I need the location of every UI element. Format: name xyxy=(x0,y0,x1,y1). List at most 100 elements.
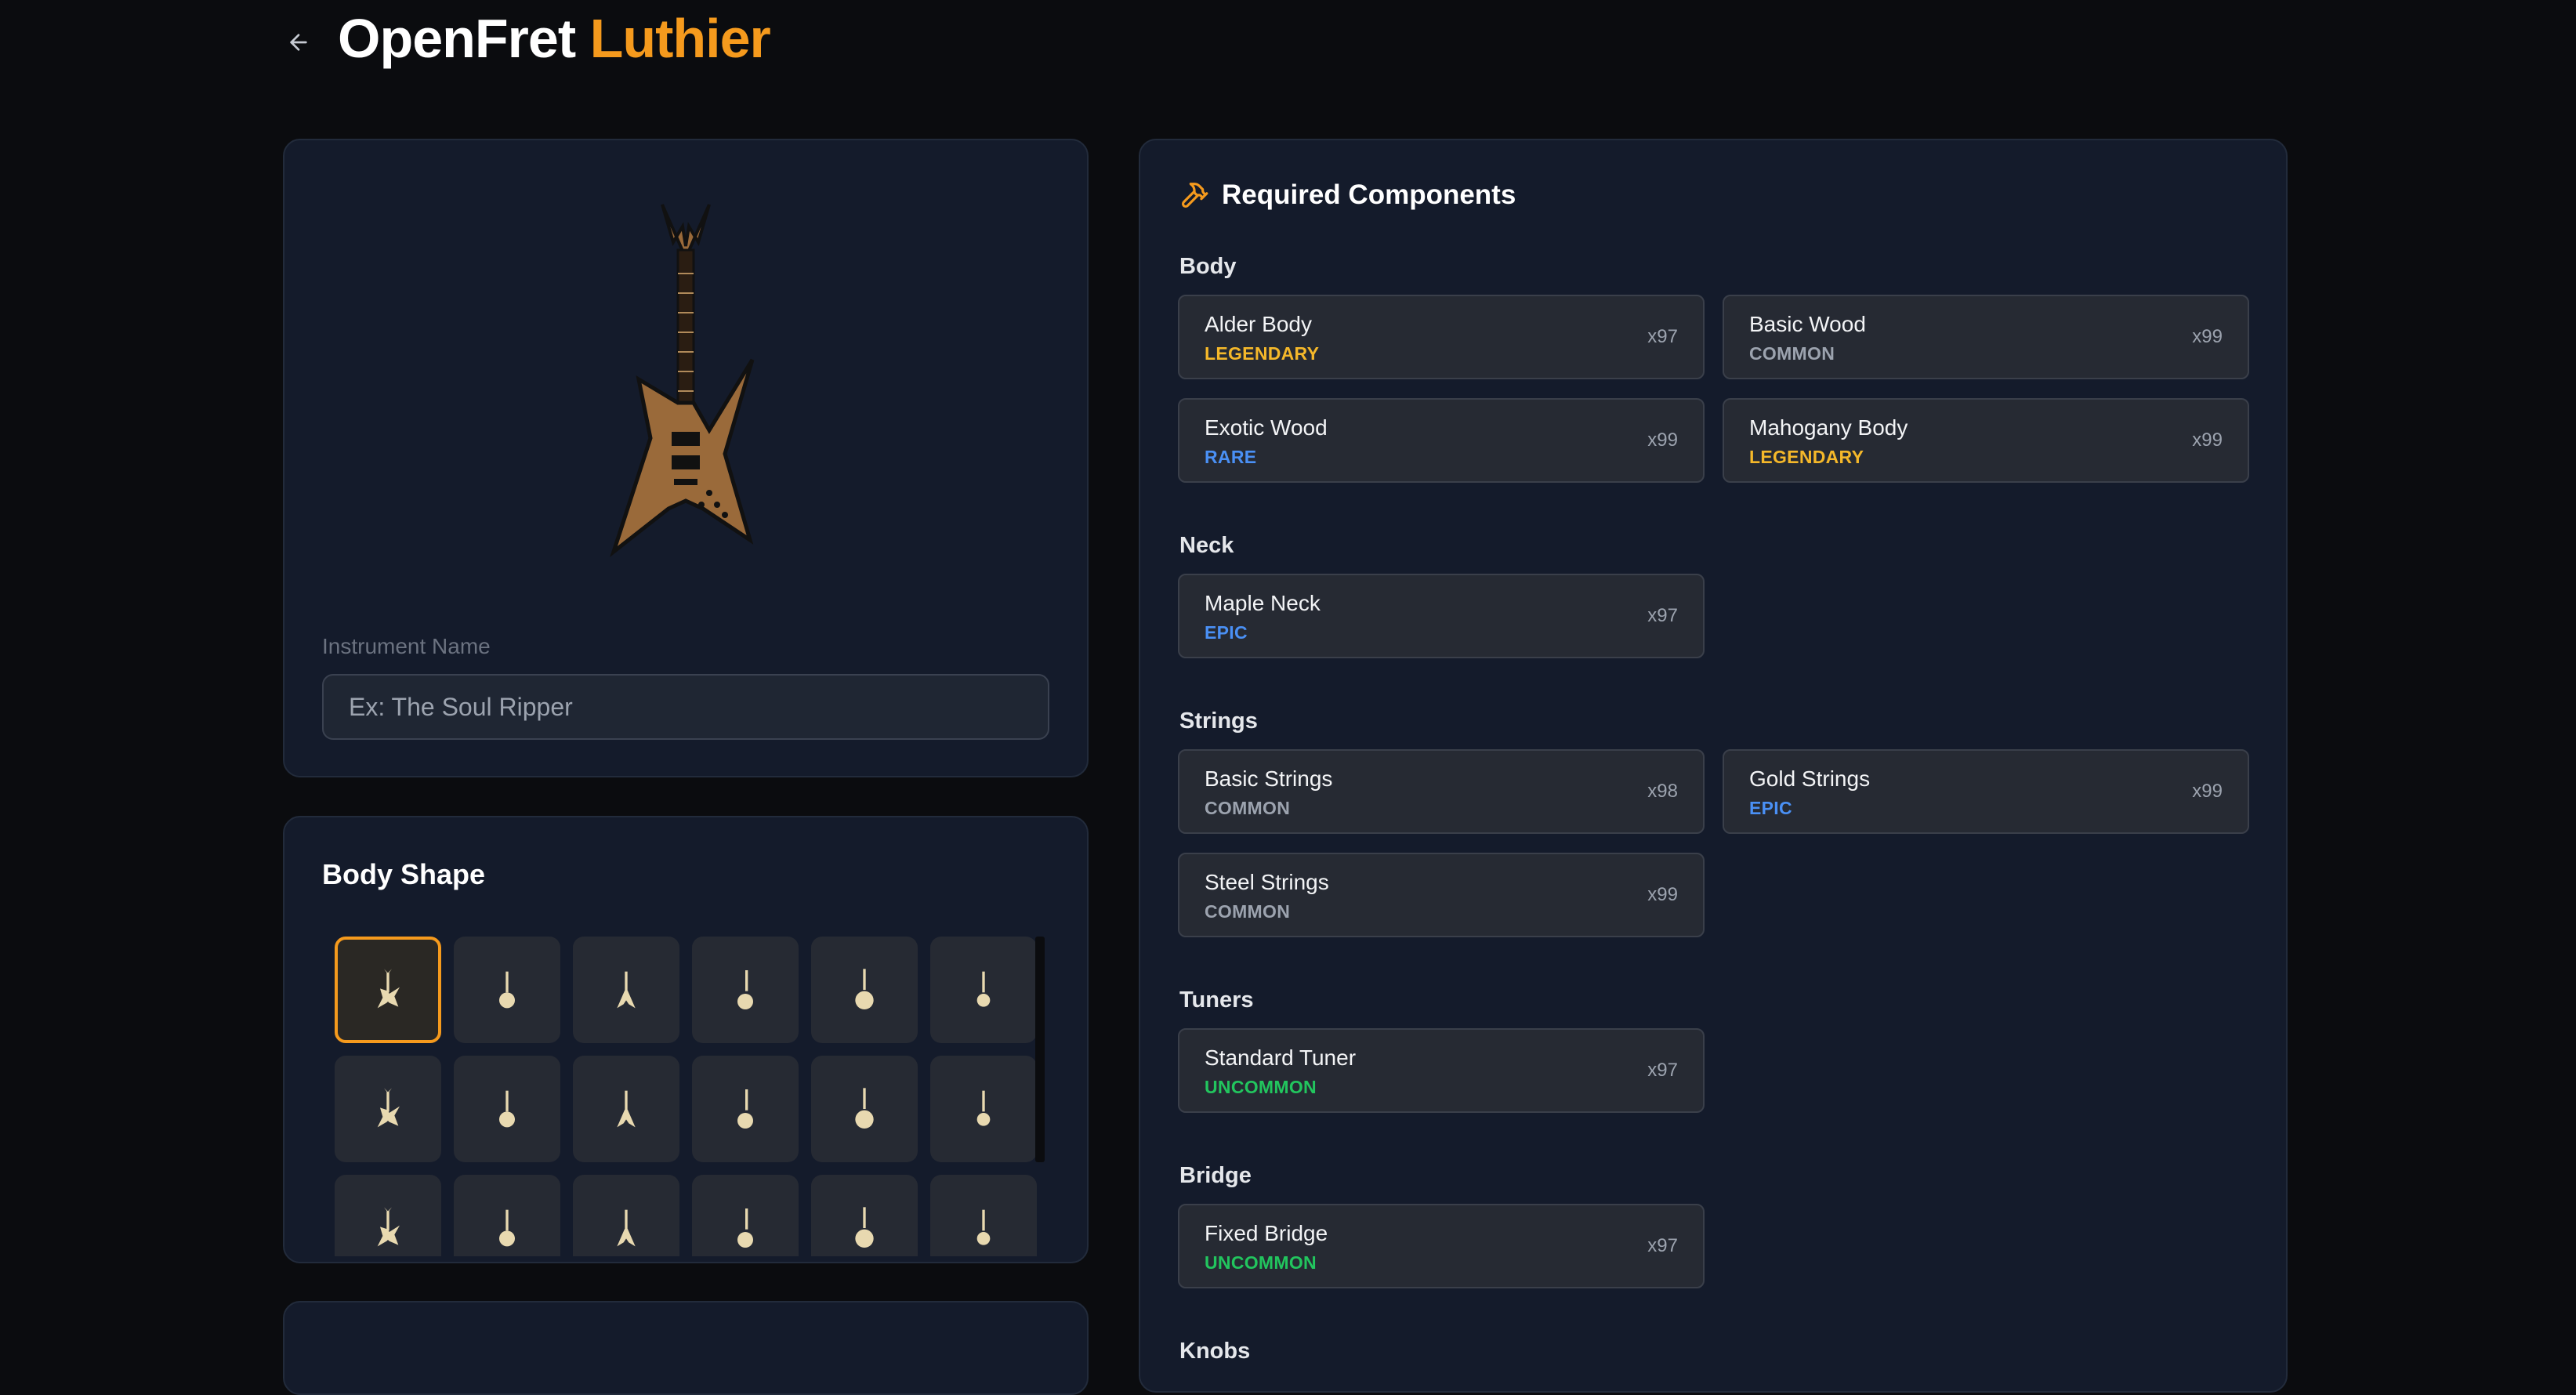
page-title: OpenFret Luthier xyxy=(338,8,771,69)
components-header: Required Components xyxy=(1179,179,1516,211)
component-rarity: RARE xyxy=(1205,447,1257,467)
component-name: Steel Strings xyxy=(1205,870,1329,894)
body-shape-option[interactable] xyxy=(692,1175,799,1256)
component-quantity: x99 xyxy=(1647,429,1678,451)
component-rarity: EPIC xyxy=(1749,798,1792,818)
body-shape-option[interactable] xyxy=(692,937,799,1043)
component-category-label: Body xyxy=(1179,254,1237,279)
hammer-icon xyxy=(1182,183,1208,208)
body-shape-option[interactable] xyxy=(335,1175,441,1256)
body-shape-option[interactable] xyxy=(692,1056,799,1162)
guitar-shape-icon xyxy=(617,1090,636,1128)
body-shape-option[interactable] xyxy=(454,1175,560,1256)
guitar-shape-icon xyxy=(377,1088,400,1128)
body-shape-option[interactable] xyxy=(454,937,560,1043)
guitar-shape-icon xyxy=(855,1207,874,1248)
component-rarity: COMMON xyxy=(1205,798,1291,818)
guitar-shape-icon xyxy=(737,1089,753,1129)
component-rarity: EPIC xyxy=(1205,622,1248,643)
body-shape-option[interactable] xyxy=(930,937,1037,1043)
component-rarity: UNCOMMON xyxy=(1205,1077,1317,1097)
component-quantity: x99 xyxy=(2192,781,2223,802)
component-item[interactable]: Basic Wood COMMON x99 xyxy=(1723,295,2249,379)
guitar-preview xyxy=(284,203,1087,563)
component-quantity: x99 xyxy=(2192,429,2223,451)
body-shape-option[interactable] xyxy=(811,1175,918,1256)
component-name: Maple Neck xyxy=(1205,591,1321,615)
shape-grid-scrollbar[interactable] xyxy=(1035,937,1045,1162)
body-shape-option[interactable] xyxy=(811,937,918,1043)
component-quantity: x97 xyxy=(1647,605,1678,626)
component-name: Basic Strings xyxy=(1205,766,1333,791)
body-shape-option[interactable] xyxy=(930,1056,1037,1162)
guitar-shape-icon xyxy=(617,1209,636,1247)
component-item[interactable]: Maple Neck EPIC x97 xyxy=(1178,574,1705,658)
title-accent: Luthier xyxy=(589,8,771,69)
body-shape-option[interactable] xyxy=(573,937,679,1043)
component-item[interactable]: Alder Body LEGENDARY x97 xyxy=(1178,295,1705,379)
component-name: Alder Body xyxy=(1205,312,1312,336)
body-shape-option[interactable] xyxy=(573,1175,679,1256)
component-item[interactable]: Gold Strings EPIC x99 xyxy=(1723,749,2249,834)
component-rarity: COMMON xyxy=(1205,901,1291,922)
title-main: OpenFret xyxy=(338,8,576,69)
component-name: Fixed Bridge xyxy=(1205,1221,1328,1245)
required-components-card: Required Components Body Alder Body LEGEND… xyxy=(1139,139,2288,1393)
guitar-shape-icon xyxy=(499,1209,515,1247)
component-name: Gold Strings xyxy=(1749,766,1871,791)
guitar-preview-icon xyxy=(610,204,755,558)
component-name: Mahogany Body xyxy=(1749,415,1908,440)
body-shape-option[interactable] xyxy=(930,1175,1037,1256)
instrument-preview-card: Instrument Name xyxy=(283,139,1089,777)
component-item[interactable]: Mahogany Body LEGENDARY x99 xyxy=(1723,398,2249,483)
guitar-shape-icon xyxy=(499,971,515,1009)
component-item[interactable]: Standard Tuner UNCOMMON x97 xyxy=(1178,1028,1705,1113)
guitar-shape-icon xyxy=(737,1208,753,1248)
back-button[interactable] xyxy=(283,27,314,58)
next-section-card xyxy=(283,1301,1089,1395)
component-item[interactable]: Steel Strings COMMON x99 xyxy=(1178,853,1705,937)
body-shape-option[interactable] xyxy=(335,1056,441,1162)
component-quantity: x97 xyxy=(1647,326,1678,347)
body-shape-option[interactable] xyxy=(454,1056,560,1162)
guitar-shape-icon xyxy=(855,1088,874,1129)
guitar-shape-icon xyxy=(499,1090,515,1128)
guitar-shape-icon xyxy=(377,1207,400,1247)
body-shape-option[interactable] xyxy=(573,1056,679,1162)
component-item[interactable]: Fixed Bridge UNCOMMON x97 xyxy=(1178,1204,1705,1288)
guitar-shape-icon xyxy=(617,971,636,1009)
components-title: Required Components xyxy=(1222,179,1516,210)
component-rarity: LEGENDARY xyxy=(1205,343,1320,364)
component-quantity: x98 xyxy=(1647,781,1678,802)
guitar-shape-icon xyxy=(377,969,400,1009)
guitar-shape-icon xyxy=(976,971,991,1007)
component-item[interactable]: Exotic Wood RARE x99 xyxy=(1178,398,1705,483)
page-header: OpenFret Luthier xyxy=(283,8,771,69)
instrument-name-input[interactable] xyxy=(322,674,1049,740)
guitar-shape-icon xyxy=(976,1090,991,1126)
component-category-label: Neck xyxy=(1179,533,1234,558)
component-name: Exotic Wood xyxy=(1205,415,1328,440)
component-name: Basic Wood xyxy=(1749,312,1866,336)
component-rarity: COMMON xyxy=(1749,343,1835,364)
guitar-shape-icon xyxy=(976,1209,991,1245)
component-rarity: LEGENDARY xyxy=(1749,447,1864,467)
component-category-label: Strings xyxy=(1179,708,1258,734)
component-quantity: x97 xyxy=(1647,1060,1678,1081)
component-quantity: x97 xyxy=(1647,1235,1678,1256)
instrument-name-label: Instrument Name xyxy=(322,634,491,658)
component-category-label: Tuners xyxy=(1179,987,1254,1013)
component-quantity: x99 xyxy=(2192,326,2223,347)
body-shape-option[interactable] xyxy=(335,937,441,1043)
arrow-left-icon xyxy=(290,34,307,51)
component-item[interactable]: Basic Strings COMMON x98 xyxy=(1178,749,1705,834)
component-name: Standard Tuner xyxy=(1205,1045,1357,1070)
component-quantity: x99 xyxy=(1647,884,1678,905)
body-shape-title: Body Shape xyxy=(322,858,486,890)
body-shape-card: Body Shape xyxy=(283,816,1089,1263)
component-rarity: UNCOMMON xyxy=(1205,1252,1317,1273)
component-category-label: Knobs xyxy=(1179,1339,1251,1364)
body-shape-option[interactable] xyxy=(811,1056,918,1162)
guitar-shape-icon xyxy=(855,969,874,1009)
guitar-shape-icon xyxy=(737,970,753,1009)
